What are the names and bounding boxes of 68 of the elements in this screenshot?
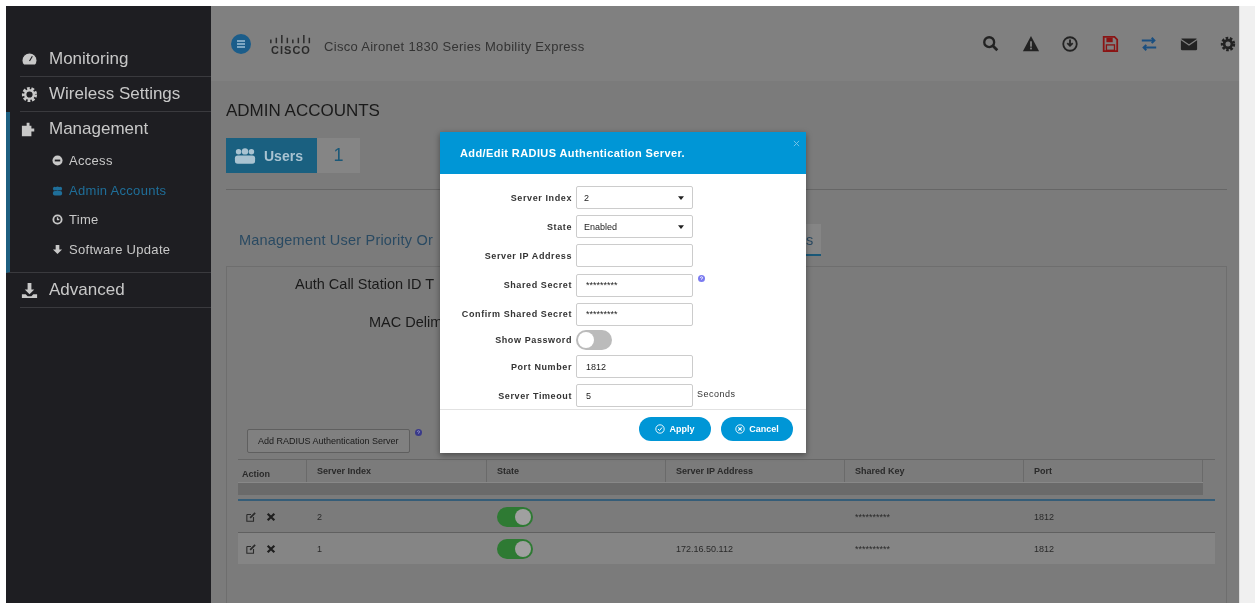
- field-label: Shared Secret: [502, 280, 573, 291]
- input-field[interactable]: 1812: [576, 355, 693, 379]
- state-toggle[interactable]: [497, 506, 533, 527]
- delete-icon[interactable]: [266, 511, 276, 522]
- clock-icon: [52, 214, 63, 226]
- table-cell-text: **********: [854, 511, 892, 522]
- settings-icon[interactable]: [1219, 34, 1237, 53]
- sidebar-subitem[interactable]: Time: [52, 205, 211, 235]
- edit-icon[interactable]: [246, 543, 256, 554]
- help-icon[interactable]: [698, 274, 705, 282]
- input-field[interactable]: *********: [576, 273, 693, 297]
- dialog-title: Add/Edit RADIUS Authentication Server.: [460, 147, 686, 159]
- delete-icon[interactable]: [266, 543, 276, 554]
- warning-icon[interactable]: [1021, 34, 1040, 53]
- field-label: Confirm Shared Secret: [460, 309, 573, 320]
- help-icon[interactable]: [414, 429, 422, 436]
- state-toggle[interactable]: [497, 538, 533, 559]
- users-badge: Users: [226, 138, 317, 173]
- sidebar-item[interactable]: Monitoring: [20, 42, 211, 76]
- edit-icon[interactable]: [246, 511, 256, 522]
- brand-name: CISCO: [271, 44, 311, 56]
- users-icon: [52, 184, 63, 196]
- users-icon: [234, 147, 256, 164]
- password-toggle[interactable]: [576, 330, 612, 351]
- sidebar-item[interactable]: Management: [20, 112, 211, 146]
- check-circle-icon: [655, 424, 666, 434]
- field-label: Auth Call Station ID T: [295, 276, 435, 292]
- sidebar-item[interactable]: Advanced: [20, 273, 211, 307]
- page-title: ADMIN ACCOUNTS: [226, 101, 381, 121]
- field-label: Server Index: [509, 192, 573, 203]
- caret-icon: [678, 195, 684, 200]
- transfer-icon[interactable]: [1140, 34, 1158, 53]
- select-field[interactable]: 2: [576, 186, 693, 210]
- select-field[interactable]: Enabled: [576, 215, 693, 239]
- field-label: Port Number: [509, 361, 573, 372]
- gear-icon: [20, 84, 39, 104]
- vertical-scrollbar[interactable]: [1239, 6, 1255, 603]
- caret-icon: [678, 224, 684, 229]
- table-cell-text: 1812: [1033, 543, 1056, 554]
- table-cell-text: 1812: [1033, 511, 1056, 522]
- minus-circle-icon: [52, 155, 63, 167]
- unit-label: Seconds: [697, 389, 736, 400]
- table-cell-text: 1: [316, 543, 323, 554]
- close-icon[interactable]: [793, 140, 800, 147]
- add-server-button[interactable]: Add RADIUS Authentication Server: [247, 429, 410, 453]
- save-icon[interactable]: [1100, 34, 1119, 53]
- download-icon: [20, 280, 39, 300]
- input-field[interactable]: 5: [576, 384, 693, 408]
- table-cell-text: **********: [854, 543, 892, 554]
- field-label: State: [546, 221, 573, 232]
- app-title: Cisco Aironet 1830 Series Mobility Express: [324, 39, 585, 54]
- search-icon[interactable]: [982, 34, 1000, 53]
- x-circle-icon: [735, 424, 746, 434]
- table-cell: 172.16.50.112: [676, 543, 733, 554]
- arrow-down-icon: [52, 243, 63, 255]
- download-icon[interactable]: [1061, 34, 1079, 53]
- horizontal-scrollbar[interactable]: [238, 482, 1203, 495]
- field-label: Server Timeout: [497, 390, 573, 401]
- field-label: Show Password: [494, 335, 573, 346]
- table-cell-text: 2: [316, 511, 323, 522]
- field-label: Server IP Address: [483, 250, 573, 261]
- sidebar-subitem[interactable]: Access: [52, 146, 211, 176]
- input-field[interactable]: [576, 244, 693, 268]
- sidebar-subitem[interactable]: Software Update: [52, 234, 211, 264]
- menu-icon[interactable]: [231, 33, 251, 54]
- sidebar-item[interactable]: Wireless Settings: [20, 77, 211, 111]
- input-field[interactable]: *********: [576, 302, 693, 326]
- users-count: 1: [316, 138, 360, 173]
